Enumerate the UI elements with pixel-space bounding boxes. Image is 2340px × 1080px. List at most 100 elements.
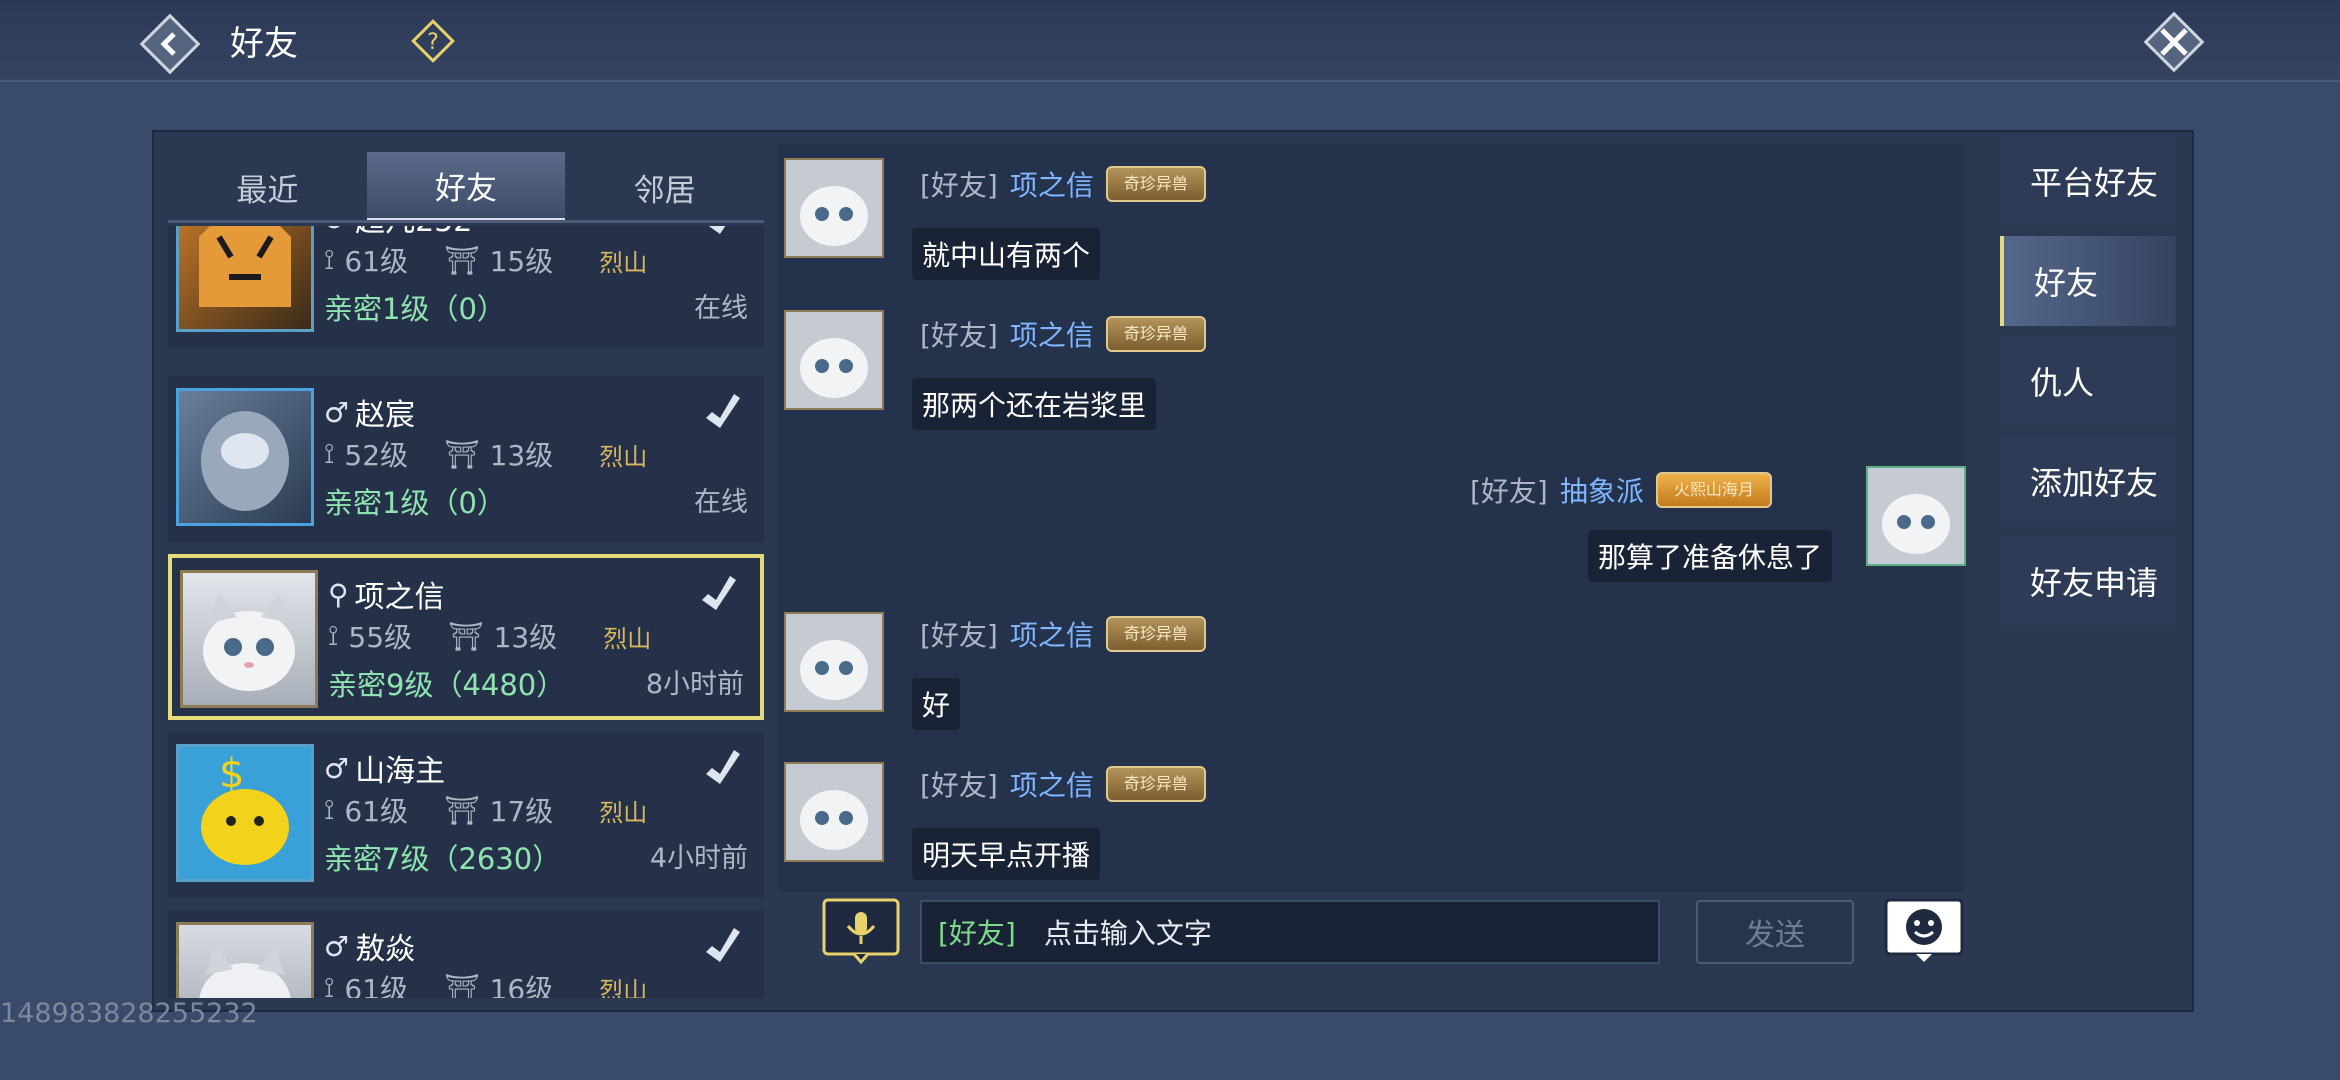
avatar[interactable] xyxy=(784,158,884,258)
message-bubble: 就中山有两个 xyxy=(912,228,1101,280)
gift-icon[interactable] xyxy=(696,570,742,616)
back-icon[interactable] xyxy=(138,12,202,76)
cat-portrait-icon xyxy=(786,160,882,256)
message-header: [好友] 项之信 奇珍异兽 xyxy=(920,614,1206,654)
gift-icon[interactable] xyxy=(700,744,746,790)
title-badge: 奇珍异兽 xyxy=(1105,766,1206,802)
menu-platform-friends[interactable]: 平台好友 xyxy=(2000,136,2176,226)
friend-school: 烈山 xyxy=(599,798,648,827)
friend-school: 烈山 xyxy=(599,976,648,999)
gift-icon[interactable] xyxy=(700,922,746,968)
gender-icon: ♂ xyxy=(324,395,350,429)
friend-stats: ⟟ 61级 ⛩ 16级 烈山 xyxy=(324,968,647,998)
chat-input[interactable]: [好友] 点击输入文字 xyxy=(920,900,1660,964)
tab-recent[interactable]: 最近 xyxy=(168,152,367,222)
tab-neighbors[interactable]: 邻居 xyxy=(565,152,764,222)
online-status: 4小时前 xyxy=(649,843,748,874)
menu-friend-requests[interactable]: 好友申请 xyxy=(2000,536,2176,626)
level-icon: ⟟ xyxy=(324,793,335,826)
gift-icon[interactable] xyxy=(700,388,746,434)
gender-icon: ♂ xyxy=(324,929,350,963)
friend-level: 55级 xyxy=(348,621,413,654)
sender-name[interactable]: 项之信 xyxy=(1010,614,1094,654)
rank-icon: ⛩ xyxy=(444,793,480,827)
friend-card[interactable]: $ ♂ 山海主 ⟟ 61级 ⛩ 17级 烈山 亲密7级（2630） 4小时前 xyxy=(168,732,764,898)
chat-input-row: [好友] 点击输入文字 发送 xyxy=(820,896,1970,972)
friend-rank: 13级 xyxy=(489,439,554,472)
message-bubble: 那算了准备休息了 xyxy=(1588,530,1833,582)
friend-rank: 17级 xyxy=(489,795,554,828)
avatar xyxy=(176,388,314,526)
svg-text:?: ? xyxy=(427,30,439,55)
avatar[interactable] xyxy=(784,612,884,712)
level-icon: ⟟ xyxy=(328,619,339,652)
yellow-chick-portrait-icon: $ xyxy=(201,751,289,865)
friend-list[interactable]: ♂ 超凡252 ⟟ 61级 ⛩ 15级 烈山 亲密1级（0） 在线 ♂ 赵宸 ⟟ 52… xyxy=(168,226,768,998)
rank-icon: ⛩ xyxy=(444,437,480,471)
chat-area[interactable]: [好友] 项之信 奇珍异兽 就中山有两个 [好友] 项之信 奇珍异兽 那两个还在… xyxy=(778,144,1966,892)
menu-friends[interactable]: 好友 xyxy=(2000,236,2176,326)
avatar xyxy=(176,922,314,998)
close-icon[interactable] xyxy=(2140,8,2208,76)
title-badge: 火熙山海月 xyxy=(1655,472,1772,508)
level-icon: ⟟ xyxy=(324,243,335,276)
send-button[interactable]: 发送 xyxy=(1696,900,1854,964)
friend-name: 超凡252 xyxy=(355,226,472,240)
message-header: [好友] 项之信 奇珍异兽 xyxy=(920,164,1206,204)
sender-name[interactable]: 抽象派 xyxy=(1560,470,1644,510)
page-title: 好友 xyxy=(230,24,298,64)
rank-icon: ⛩ xyxy=(444,971,480,999)
message-header: [好友] 项之信 奇珍异兽 xyxy=(920,764,1206,804)
avatar[interactable] xyxy=(784,762,884,862)
friend-school: 烈山 xyxy=(599,248,648,277)
friend-card-selected[interactable]: ⚲ 项之信 ⟟ 55级 ⛩ 13级 烈山 亲密9级（4480） 8小时前 xyxy=(168,554,764,720)
sender-name[interactable]: 项之信 xyxy=(1010,164,1094,204)
user-id: 148983828255232 xyxy=(0,998,258,1029)
friend-name-row: ♂ 赵宸 xyxy=(324,390,415,434)
emoji-icon[interactable] xyxy=(1882,896,1966,966)
gift-icon[interactable] xyxy=(700,226,746,240)
friend-school: 烈山 xyxy=(603,624,652,653)
friend-card[interactable]: ♂ 敖焱 ⟟ 61级 ⛩ 16级 烈山 xyxy=(168,910,764,998)
gender-icon: ♂ xyxy=(324,226,349,235)
title-badge: 奇珍异兽 xyxy=(1105,616,1206,652)
channel-tag: [好友] xyxy=(1470,475,1548,508)
friend-name-row: ♂ 超凡252 xyxy=(324,226,472,240)
friend-name: 山海主 xyxy=(355,754,446,789)
friend-name-row: ♂ 敖焱 xyxy=(324,924,415,968)
cat-portrait-icon xyxy=(786,312,882,408)
friend-rank: 13级 xyxy=(493,621,558,654)
friend-name-row: ⚲ 项之信 xyxy=(328,572,445,616)
cat-portrait-icon xyxy=(199,945,291,998)
menu-enemies[interactable]: 仇人 xyxy=(2000,336,2176,426)
friend-card[interactable]: ♂ 超凡252 ⟟ 61级 ⛩ 15级 烈山 亲密1级（0） 在线 xyxy=(168,226,764,348)
tiger-portrait-icon xyxy=(199,226,291,307)
intimacy: 亲密1级（0） xyxy=(324,486,506,520)
channel-tag: [好友] xyxy=(920,619,998,652)
friend-level: 61级 xyxy=(344,795,409,828)
friend-rank: 16级 xyxy=(489,973,554,998)
category-tabs: 最近 好友 邻居 xyxy=(168,152,764,222)
sender-name[interactable]: 项之信 xyxy=(1010,314,1094,354)
menu-add-friend[interactable]: 添加好友 xyxy=(2000,436,2176,526)
gender-icon: ♂ xyxy=(324,751,350,785)
rank-icon: ⛩ xyxy=(444,243,480,277)
friend-level: 61级 xyxy=(344,245,409,278)
friend-name: 敖焱 xyxy=(355,932,416,967)
sender-name[interactable]: 项之信 xyxy=(1010,764,1094,804)
rank-icon: ⛩ xyxy=(448,619,484,653)
friend-stats: ⟟ 61级 ⛩ 15级 烈山 xyxy=(324,240,647,280)
tab-friends[interactable]: 好友 xyxy=(366,152,566,222)
avatar[interactable] xyxy=(1866,466,1966,566)
channel-tag: [好友] xyxy=(920,319,998,352)
tabs-divider xyxy=(168,220,764,223)
help-icon[interactable]: ? xyxy=(410,18,456,64)
avatar[interactable] xyxy=(784,310,884,410)
intimacy: 亲密7级（2630） xyxy=(324,842,562,876)
channel-tag: [好友] xyxy=(920,769,998,802)
channel-tag: [好友] xyxy=(938,917,1016,950)
cat-portrait-icon xyxy=(786,614,882,710)
avatar xyxy=(176,226,314,332)
voice-icon[interactable] xyxy=(820,896,902,966)
friend-card[interactable]: ♂ 赵宸 ⟟ 52级 ⛩ 13级 烈山 亲密1级（0） 在线 xyxy=(168,376,764,542)
